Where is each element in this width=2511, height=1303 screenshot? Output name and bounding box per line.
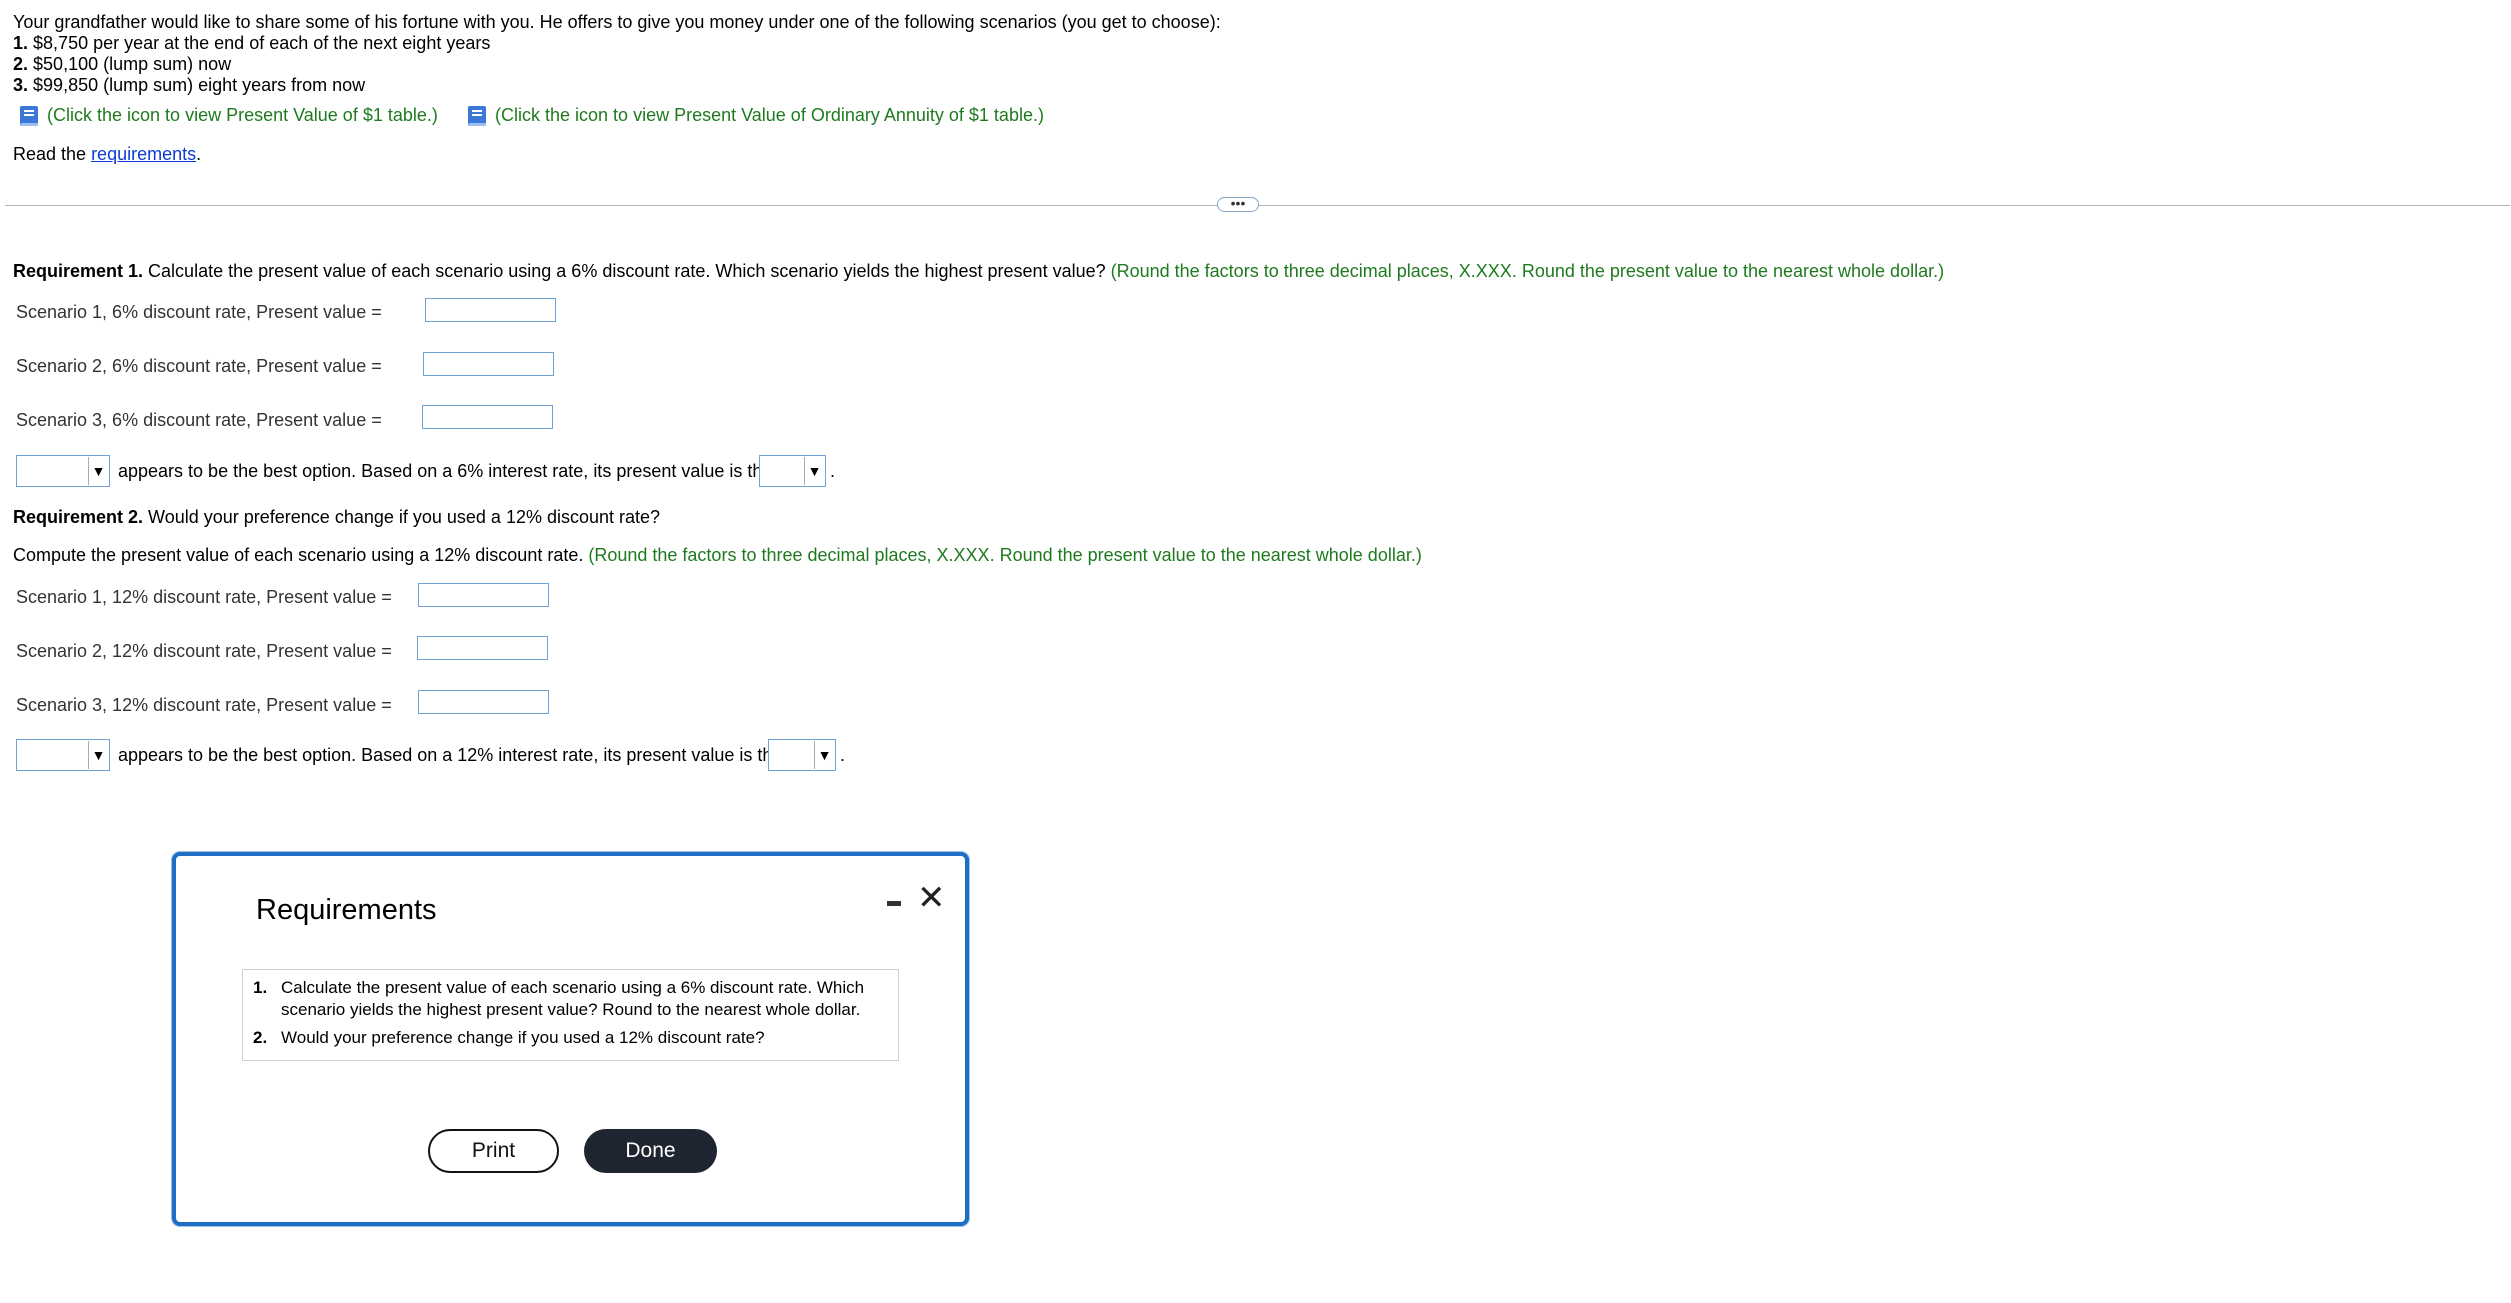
list-item-text: Would your preference change if you used… — [281, 1028, 765, 1047]
chevron-down-icon[interactable]: ▼ — [88, 741, 108, 769]
list-item: 1. Calculate the present value of each sc… — [253, 977, 881, 1021]
annuity-table-link[interactable]: (Click the icon to view Present Value of… — [464, 103, 1044, 129]
req2-scenario-2-input[interactable] — [417, 636, 548, 660]
problem-intro: Your grandfather would like to share som… — [13, 12, 1221, 32]
req1-scenario-3-input[interactable] — [422, 405, 553, 429]
req2-text: Would your preference change if you used… — [143, 507, 661, 527]
req1-scenario-2-label: Scenario 2, 6% discount rate, Present va… — [16, 356, 382, 376]
req1-best-option-text: appears to be the best option. Based on … — [118, 461, 773, 481]
req2-compute-text: Compute the present value of each scenar… — [13, 545, 584, 565]
req2-scenario-1-label: Scenario 1, 12% discount rate, Present v… — [16, 587, 392, 607]
pv-table-link[interactable]: (Click the icon to view Present Value of… — [16, 103, 438, 129]
req2-label: Requirement 2. — [13, 507, 144, 527]
req1-best-option-select[interactable]: ▼ — [16, 455, 110, 487]
req2-scenario-1-input[interactable] — [418, 583, 549, 607]
req1-scenario-1-input[interactable] — [425, 298, 556, 322]
chevron-down-icon[interactable]: ▼ — [814, 741, 834, 769]
scenario-num: 2. — [13, 54, 29, 74]
book-icon[interactable] — [464, 103, 490, 129]
more-button[interactable]: ••• — [1217, 196, 1259, 212]
minimize-icon[interactable] — [883, 889, 905, 911]
pv-table-link-text[interactable]: (Click the icon to view Present Value of… — [47, 105, 438, 125]
req2-scenario-3-input[interactable] — [418, 690, 549, 714]
req1-text: Calculate the present value of each scen… — [143, 261, 1106, 281]
req1-scenario-2-input[interactable] — [423, 352, 554, 376]
req2-rank-select[interactable]: ▼ — [768, 739, 836, 771]
requirement-2-heading: Requirement 2. Would your preference cha… — [13, 507, 660, 528]
list-item-text: Calculate the present value of each scen… — [281, 978, 865, 1019]
req1-period: . — [830, 461, 836, 481]
list-item-num: 1. — [253, 978, 268, 997]
req2-best-option-select[interactable]: ▼ — [16, 739, 110, 771]
requirements-list: 1. Calculate the present value of each sc… — [242, 969, 899, 1061]
scenario-num: 1. — [13, 33, 29, 53]
req2-hint: (Round the factors to three decimal plac… — [583, 545, 1422, 565]
scenario-2: 2. $50,100 (lump sum) now — [13, 54, 231, 75]
scenario-text: $99,850 (lump sum) eight years from now — [33, 75, 366, 95]
done-button[interactable]: Done — [584, 1129, 717, 1173]
dialog-title: Requirements — [256, 894, 437, 926]
print-button[interactable]: Print — [428, 1129, 559, 1173]
close-icon[interactable]: ✕ — [917, 881, 946, 915]
req2-scenario-3-label: Scenario 3, 12% discount rate, Present v… — [16, 695, 392, 715]
req1-rank-select[interactable]: ▼ — [759, 455, 826, 487]
list-item: 2. Would your preference change if you us… — [253, 1027, 881, 1049]
scenario-1: 1. $8,750 per year at the end of each of… — [13, 33, 490, 54]
requirements-link[interactable]: requirements — [91, 144, 196, 164]
annuity-table-link-text[interactable]: (Click the icon to view Present Value of… — [495, 105, 1044, 125]
req1-hint: (Round the factors to three decimal plac… — [1105, 261, 1945, 281]
read-suffix: . — [196, 144, 202, 164]
chevron-down-icon[interactable]: ▼ — [804, 457, 824, 485]
scenario-3: 3. $99,850 (lump sum) eight years from n… — [13, 75, 365, 96]
req1-scenario-1-label: Scenario 1, 6% discount rate, Present va… — [16, 302, 382, 322]
list-item-num: 2. — [253, 1028, 268, 1047]
scenario-text: $50,100 (lump sum) now — [33, 54, 232, 74]
read-requirements: Read the requirements. — [13, 144, 201, 165]
read-prefix: Read the — [13, 144, 92, 164]
req2-best-option-text: appears to be the best option. Based on … — [118, 745, 783, 765]
req2-compute: Compute the present value of each scenar… — [13, 545, 1422, 566]
requirement-1-heading: Requirement 1. Calculate the present val… — [13, 261, 1944, 282]
scenario-text: $8,750 per year at the end of each of th… — [33, 33, 491, 53]
req2-period: . — [840, 745, 846, 765]
book-icon[interactable] — [16, 103, 42, 129]
req2-scenario-2-label: Scenario 2, 12% discount rate, Present v… — [16, 641, 392, 661]
scenario-num: 3. — [13, 75, 29, 95]
req1-label: Requirement 1. — [13, 261, 144, 281]
req1-scenario-3-label: Scenario 3, 6% discount rate, Present va… — [16, 410, 382, 430]
requirements-dialog: Requirements ✕ 1. Calculate the present v… — [172, 852, 969, 1226]
chevron-down-icon[interactable]: ▼ — [88, 457, 108, 485]
